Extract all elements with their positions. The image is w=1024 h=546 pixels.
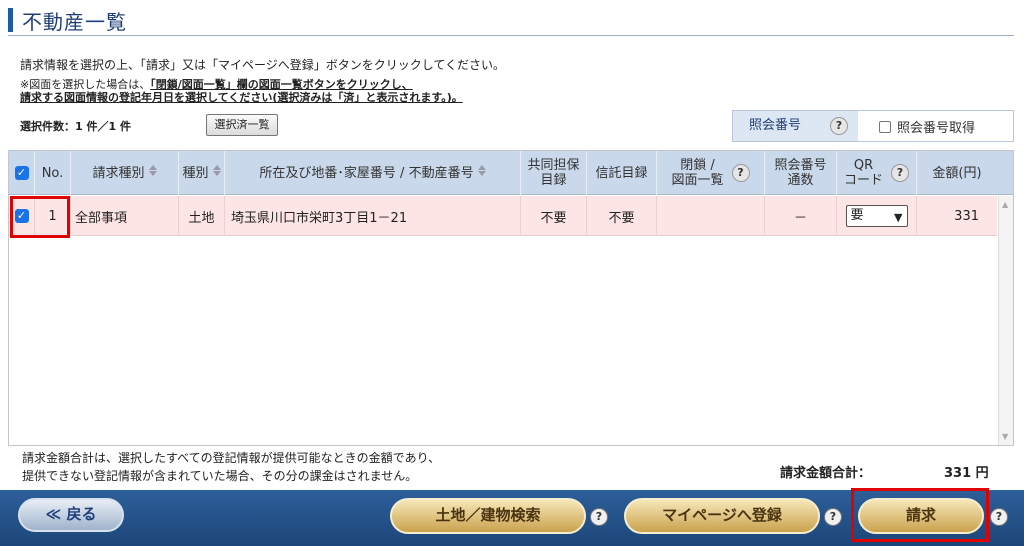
sort-icon[interactable] — [212, 164, 221, 176]
scroll-down-icon[interactable]: ▼ — [1002, 432, 1008, 441]
total-value: 331 円 — [944, 466, 989, 481]
row-location: 埼玉県川口市栄町3丁目1－21 — [225, 196, 521, 236]
header-location-label: 所在及び地番･家屋番号 / 不動産番号 — [259, 165, 474, 181]
land-building-search-button[interactable]: 土地／建物検索 — [390, 498, 586, 534]
select-all-checkbox-icon[interactable]: ✓ — [14, 166, 29, 180]
row-kind: 土地 — [179, 196, 225, 236]
billing-note-line-1: 請求金額合計は、選択したすべての登記情報が提供可能なときの金額であり、 — [22, 451, 441, 465]
qr-select[interactable]: 要 ▼ — [845, 205, 908, 227]
annotation-highlight-row — [10, 196, 70, 238]
header-location[interactable]: 所在及び地番･家屋番号 / 不動産番号 — [225, 151, 521, 195]
chevron-down-icon: ▼ — [894, 211, 903, 224]
selected-list-button[interactable]: 選択済一覧 — [206, 114, 278, 136]
help-icon[interactable]: ? — [824, 508, 842, 526]
row-closed — [657, 196, 765, 236]
closed-help-icon[interactable]: ? — [731, 164, 750, 182]
register-mypage-button[interactable]: マイページへ登録 — [624, 498, 820, 534]
table-scrollbar[interactable]: ▲ ▼ — [998, 196, 1013, 445]
inquiry-help-icon[interactable]: ? — [830, 117, 848, 135]
qr-help-icon[interactable]: ? — [891, 164, 909, 182]
header-closed: 閉鎖 / 図面一覧 ? — [657, 151, 765, 195]
inquiry-checkbox-label: 照会番号取得 — [897, 121, 976, 136]
billing-note: 請求金額合計は、選択したすべての登記情報が提供可能なときの金額であり、 提供でき… — [22, 449, 440, 485]
table-row[interactable]: ✓ 1 全部事項 土地 埼玉県川口市栄町3丁目1－21 不要 不要 － 要 ▼ … — [9, 196, 997, 236]
row-qr-cell: 要 ▼ — [837, 196, 917, 236]
sort-icon[interactable] — [148, 164, 157, 176]
total-label: 請求金額合計： — [780, 466, 872, 481]
header-kind-label: 種別 — [182, 165, 209, 181]
header-joint-collateral: 共同担保 目録 — [521, 151, 587, 195]
row-joint-collateral: 不要 — [521, 196, 587, 236]
header-amount: 金額(円) — [932, 165, 982, 181]
help-icon[interactable]: ? — [990, 508, 1008, 526]
header-select-all[interactable]: ✓ — [9, 151, 35, 195]
header-kind[interactable]: 種別 — [179, 151, 225, 195]
note-line-2: 請求する図面情報の登記年月日を選択してください(選択済みは「済」と表示されます。… — [20, 91, 463, 104]
inquiry-number-checkbox[interactable]: 照会番号取得 — [879, 117, 975, 136]
row-amount: 331 — [954, 208, 979, 224]
header-inquiry-count: 照会番号 通数 — [765, 151, 837, 195]
request-help[interactable]: ? — [990, 508, 1008, 526]
help-icon[interactable]: ? — [590, 508, 608, 526]
qr-select-value: 要 — [850, 208, 864, 223]
sort-icon[interactable] — [477, 164, 486, 176]
search-help[interactable]: ? — [590, 508, 608, 526]
row-inquiry-count: － — [765, 196, 837, 236]
row-trust: 不要 — [587, 196, 657, 236]
annotation-highlight-request — [851, 488, 989, 542]
header-request-type[interactable]: 請求種別 — [71, 151, 179, 195]
register-help[interactable]: ? — [824, 508, 842, 526]
header-qr-label: QR コード — [843, 158, 883, 188]
header-no: No. — [35, 151, 71, 195]
header-trust: 信託目録 — [587, 151, 657, 195]
table-header: ✓ No. 請求種別 種別 所在及び地番･家屋番号 / 不動産番号 共同担保 目… — [9, 151, 1013, 195]
scroll-up-icon[interactable]: ▲ — [1002, 200, 1008, 209]
instruction-text: 請求情報を選択の上、「請求」又は「マイページへ登録」ボタンをクリックしてください… — [20, 58, 506, 72]
billing-note-line-2: 提供できない登記情報が含まれていた場合、その分の課金はされません。 — [22, 469, 418, 483]
property-table: ✓ No. 請求種別 種別 所在及び地番･家屋番号 / 不動産番号 共同担保 目… — [8, 150, 1014, 446]
header-closed-label: 閉鎖 / 図面一覧 — [671, 158, 724, 188]
inquiry-number-panel: 照会番号 ? 照会番号取得 — [732, 110, 1014, 142]
page-title: 不動産一覧 — [22, 10, 127, 34]
back-button[interactable]: ≪ 戻る — [18, 498, 124, 532]
row-request-type: 全部事項 — [71, 196, 179, 236]
checkbox-icon[interactable] — [879, 121, 891, 133]
page-header: 不動産一覧 — [8, 4, 1014, 36]
header-qr: QR コード ? — [837, 151, 917, 195]
header-request-type-label: 請求種別 — [92, 165, 145, 181]
title-accent-bar — [8, 8, 13, 32]
selection-count: 選択件数：1 件／1 件 — [20, 120, 131, 133]
